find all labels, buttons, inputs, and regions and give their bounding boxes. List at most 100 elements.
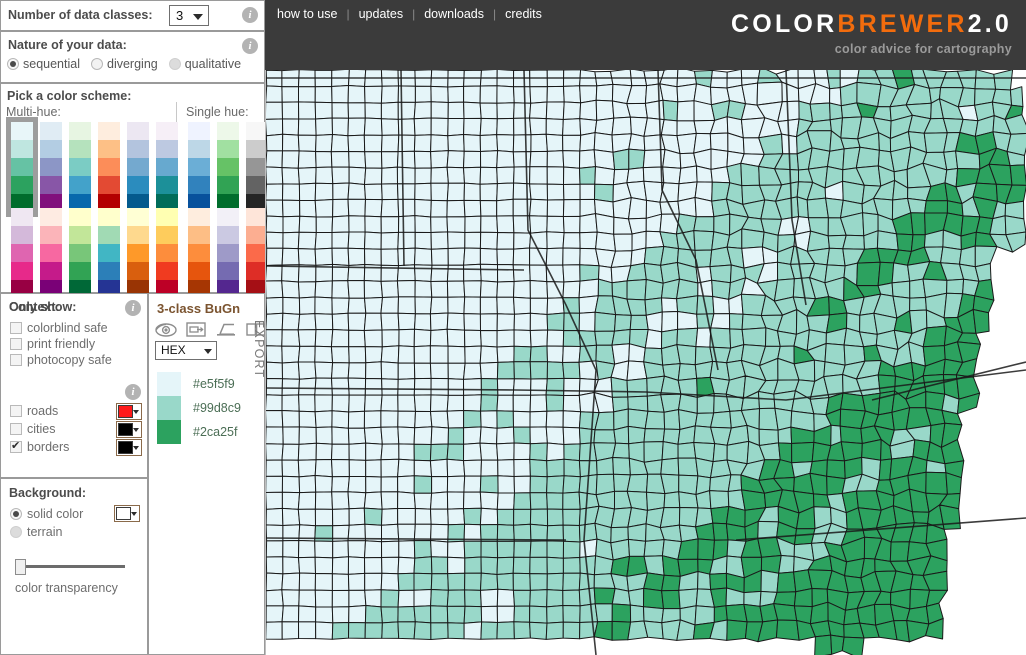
map-viewport[interactable]: [265, 70, 1026, 655]
only-show-list: colorblind safe print friendly photocopy…: [10, 319, 112, 367]
nav-link-credits[interactable]: credits: [496, 7, 551, 21]
scheme-ramp-pubu[interactable]: [127, 122, 149, 212]
scheme-ramp-blues[interactable]: [188, 122, 210, 212]
chevron-down-icon: [204, 349, 212, 354]
color-swatch: [157, 396, 181, 420]
color-swatch: [116, 507, 131, 520]
context-label: roads: [27, 404, 111, 418]
info-icon[interactable]: i: [242, 38, 258, 54]
color-picker-background[interactable]: [114, 505, 140, 522]
slider-thumb[interactable]: [15, 559, 26, 575]
ramp-swatch: [40, 176, 62, 194]
ramp-swatch: [127, 176, 149, 194]
ramp-swatch: [40, 262, 62, 280]
checkbox-colorblind-safe[interactable]: colorblind safe: [10, 321, 112, 335]
scheme-ramp-orrd[interactable]: [98, 122, 120, 212]
info-icon[interactable]: i: [242, 7, 258, 23]
radio-qualitative[interactable]: qualitative: [169, 57, 241, 71]
laptop-icon[interactable]: [215, 322, 237, 337]
export-icon[interactable]: [186, 322, 206, 337]
color-scheme-title: Pick a color scheme:: [7, 89, 131, 103]
color-picker-roads[interactable]: [116, 403, 142, 420]
scheme-ramp-bupu[interactable]: [40, 122, 62, 212]
eye-icon[interactable]: [155, 323, 177, 337]
colorbrewer-app: how to use | updates | downloads | credi…: [0, 0, 1026, 655]
ramp-swatch: [217, 244, 239, 262]
ramp-swatch: [98, 176, 120, 194]
ramp-swatch: [11, 226, 33, 244]
checkbox-icon[interactable]: [10, 405, 22, 417]
ramp-swatch: [40, 226, 62, 244]
site-logo[interactable]: COLORBREWER2.0 color advice for cartogra…: [731, 12, 1012, 56]
color-code: #e5f5f9: [193, 377, 235, 391]
nav-link-updates[interactable]: updates: [350, 7, 412, 21]
ramp-swatch: [98, 140, 120, 158]
ramp-swatch: [217, 208, 239, 226]
info-icon[interactable]: i: [125, 300, 141, 316]
checkbox-icon[interactable]: [10, 423, 22, 435]
slider-track[interactable]: [23, 565, 125, 568]
nav-link-how-to-use[interactable]: how to use: [275, 7, 346, 21]
scheme-ramp-greens[interactable]: [217, 122, 239, 212]
scheme-ramp-gnbu[interactable]: [69, 122, 91, 212]
checkbox-print-friendly[interactable]: print friendly: [10, 337, 112, 351]
ramp-swatch: [40, 158, 62, 176]
ramp-swatch: [188, 208, 210, 226]
export-vertical-label[interactable]: EXPORT: [252, 320, 266, 378]
radio-diverging[interactable]: diverging: [91, 57, 158, 71]
context-title: Context:: [9, 300, 60, 314]
context-row-roads[interactable]: roads: [10, 402, 142, 420]
scheme-ramp-purd[interactable]: [11, 208, 33, 298]
context-row-borders[interactable]: borders: [10, 438, 142, 456]
background-options: solid color terrain: [10, 505, 83, 541]
ramp-swatch: [11, 262, 33, 280]
color-picker-borders[interactable]: [116, 439, 142, 456]
export-panel: 3-class BuGn HEX #e5f5f9: [148, 293, 265, 655]
swatch-row[interactable]: #99d8c9: [157, 396, 241, 420]
format-value: HEX: [161, 343, 186, 357]
scheme-ramp-ylorrd[interactable]: [156, 208, 178, 298]
data-classes-value: 3: [176, 8, 183, 23]
radio-icon: [91, 58, 103, 70]
checkbox-icon[interactable]: [10, 441, 22, 453]
radio-terrain[interactable]: terrain: [10, 523, 83, 541]
radio-solid-color[interactable]: solid color: [10, 505, 83, 523]
scheme-ramp-ylgnbu[interactable]: [98, 208, 120, 298]
radio-label: sequential: [23, 57, 80, 71]
color-picker-cities[interactable]: [116, 421, 142, 438]
scheme-ramp-ylgn[interactable]: [69, 208, 91, 298]
context-list: roads cities borders: [10, 402, 142, 456]
ramp-swatch: [11, 208, 33, 226]
ramp-swatch: [188, 244, 210, 262]
ramp-swatch: [69, 140, 91, 158]
data-nature-options: sequential diverging qualitative: [7, 57, 241, 71]
scheme-ramp-bugn[interactable]: [11, 122, 33, 212]
scheme-ramp-ylorbr[interactable]: [127, 208, 149, 298]
ramp-swatch: [40, 122, 62, 140]
swatch-row[interactable]: #e5f5f9: [157, 372, 241, 396]
ramp-swatch: [127, 158, 149, 176]
checkbox-photocopy-safe[interactable]: photocopy safe: [10, 353, 112, 367]
ramp-swatch: [156, 176, 178, 194]
chevron-down-icon: [133, 446, 139, 450]
us-counties-choropleth[interactable]: [266, 70, 1026, 655]
scheme-ramp-rdpu[interactable]: [40, 208, 62, 298]
ramp-swatch: [188, 140, 210, 158]
ramp-swatch: [98, 244, 120, 262]
ramp-swatch: [188, 158, 210, 176]
context-row-cities[interactable]: cities: [10, 420, 142, 438]
ramp-swatch: [98, 226, 120, 244]
swatch-row[interactable]: #2ca25f: [157, 420, 241, 444]
data-classes-select[interactable]: 3: [169, 5, 209, 26]
radio-sequential[interactable]: sequential: [7, 57, 80, 71]
scheme-ramp-pubugn[interactable]: [156, 122, 178, 212]
ramp-swatch: [127, 244, 149, 262]
nav-link-downloads[interactable]: downloads: [415, 7, 493, 21]
background-panel: Background: solid color terrain color tr…: [0, 478, 148, 655]
ramp-swatch: [217, 176, 239, 194]
scheme-ramp-oranges[interactable]: [188, 208, 210, 298]
info-icon[interactable]: i: [125, 384, 141, 400]
color-swatch: [118, 441, 133, 454]
scheme-ramp-purples[interactable]: [217, 208, 239, 298]
format-select[interactable]: HEX: [155, 341, 217, 360]
